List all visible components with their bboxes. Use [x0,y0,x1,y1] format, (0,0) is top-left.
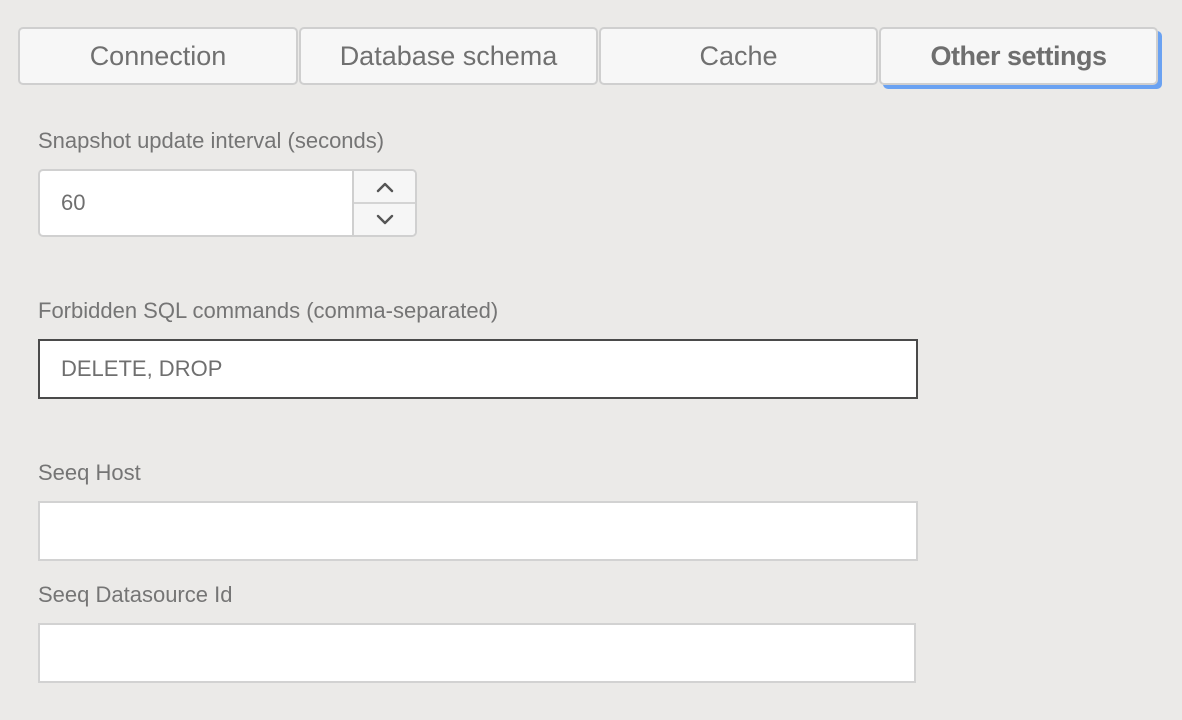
tab-connection[interactable]: Connection [18,27,298,85]
seeq-datasource-id-label: Seeq Datasource Id [38,582,233,607]
chevron-down-icon [376,214,393,224]
snapshot-interval-stepper[interactable]: 60 [38,169,417,237]
seeq-datasource-id-input[interactable] [38,623,916,683]
tab-other-settings[interactable]: Other settings [879,27,1158,85]
tab-database-schema[interactable]: Database schema [299,27,598,85]
tab-cache[interactable]: Cache [599,27,878,85]
seeq-host-label: Seeq Host [38,460,141,485]
forbidden-sql-input[interactable]: DELETE, DROP [38,339,918,399]
seeq-host-input[interactable] [38,501,918,561]
snapshot-interval-label: Snapshot update interval (seconds) [38,128,385,153]
snapshot-interval-input[interactable]: 60 [40,171,352,235]
decrement-button[interactable] [354,204,415,235]
forbidden-sql-label: Forbidden SQL commands (comma-separated) [38,298,499,323]
chevron-up-icon [376,182,393,192]
stepper-buttons [352,171,415,235]
increment-button[interactable] [354,171,415,204]
